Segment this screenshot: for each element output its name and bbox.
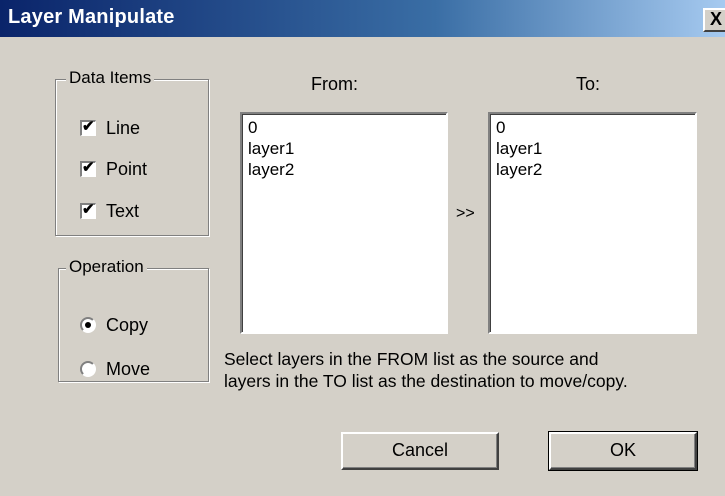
move-radio-row[interactable]: Move: [80, 358, 150, 380]
text-checkbox[interactable]: ✔: [80, 201, 96, 219]
operation-legend: Operation: [66, 257, 147, 277]
help-text: Select layers in the FROM list as the so…: [224, 348, 720, 392]
close-icon: X: [709, 9, 722, 29]
window-title: Layer Manipulate: [8, 6, 175, 28]
close-button[interactable]: X: [703, 8, 725, 32]
to-label: To:: [576, 74, 601, 94]
line-checkbox[interactable]: ✔: [80, 118, 96, 136]
point-checkbox[interactable]: ✔: [80, 159, 96, 177]
copy-label: Copy: [106, 315, 149, 335]
to-list-item[interactable]: layer1: [496, 138, 689, 159]
help-line: layers in the TO list as the destination…: [224, 371, 628, 391]
from-list-item[interactable]: 0: [248, 117, 440, 138]
check-mark-icon: ✔: [82, 159, 95, 176]
point-checkbox-row[interactable]: ✔ Point: [80, 158, 147, 180]
copy-radio-row[interactable]: Copy: [80, 314, 148, 336]
to-list-item[interactable]: 0: [496, 117, 689, 138]
copy-radio[interactable]: [80, 317, 96, 333]
check-mark-icon: ✔: [82, 201, 95, 218]
move-label: Move: [106, 359, 151, 379]
from-list-item[interactable]: layer2: [248, 159, 440, 180]
line-checkbox-row[interactable]: ✔ Line: [80, 117, 140, 139]
to-listbox[interactable]: 0 layer1 layer2: [488, 112, 697, 334]
cancel-button[interactable]: Cancel: [341, 432, 499, 470]
from-label: From:: [311, 74, 358, 94]
line-label: Line: [106, 118, 141, 138]
radio-selected-dot: [85, 322, 91, 328]
transfer-arrow: >>: [456, 205, 475, 222]
text-checkbox-row[interactable]: ✔ Text: [80, 200, 139, 222]
title-bar: Layer Manipulate X: [0, 0, 725, 37]
text-label: Text: [106, 201, 140, 221]
ok-button[interactable]: OK: [548, 431, 698, 471]
data-items-legend: Data Items: [66, 68, 155, 88]
move-radio[interactable]: [80, 361, 96, 377]
from-list-item[interactable]: layer1: [248, 138, 440, 159]
to-list-item[interactable]: layer2: [496, 159, 689, 180]
check-mark-icon: ✔: [82, 118, 95, 135]
point-label: Point: [106, 159, 148, 179]
help-line: Select layers in the FROM list as the so…: [224, 349, 599, 369]
from-listbox[interactable]: 0 layer1 layer2: [240, 112, 448, 334]
